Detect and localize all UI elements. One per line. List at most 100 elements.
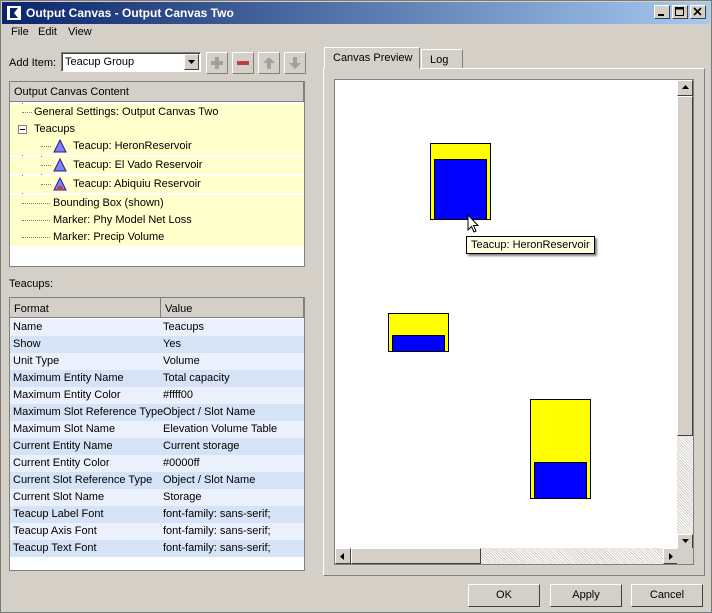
collapse-icon[interactable] xyxy=(18,125,27,134)
menu-bar: File Edit View xyxy=(2,24,710,42)
property-format-cell: Maximum Entity Name xyxy=(13,372,124,384)
properties-section-label: Teacups: xyxy=(9,278,54,290)
tree-item-teacup-abiquiu[interactable]: Teacup: Abiquiu Reservoir xyxy=(10,176,304,193)
property-value-cell[interactable]: Elevation Volume Table xyxy=(163,423,277,435)
arrow-up-icon xyxy=(263,57,275,69)
teacup-abiquiu-reservoir[interactable] xyxy=(530,399,591,499)
tree-item-label: Teacup: Abiquiu Reservoir xyxy=(73,178,201,190)
tree-item-label: Teacups xyxy=(34,123,75,135)
teacup-el-vado-reservoir[interactable] xyxy=(388,313,449,352)
arrow-down-icon xyxy=(289,57,301,69)
table-row[interactable]: Teacup Text Font font-family: sans-serif; xyxy=(10,540,304,557)
tab-canvas-preview[interactable]: Canvas Preview xyxy=(324,47,420,69)
menu-view[interactable]: View xyxy=(68,26,92,38)
property-format-cell: Current Slot Name xyxy=(13,491,105,503)
properties-table: Format Value Name Teacups Show Yes Unit Type… xyxy=(9,297,305,571)
property-value-cell[interactable]: font-family: sans-serif; xyxy=(163,508,271,520)
output-canvas-window: Output Canvas - Output Canvas Two File E… xyxy=(0,0,712,613)
tree-item-marker-precip[interactable]: Marker: Precip Volume xyxy=(10,229,304,246)
move-down-button[interactable] xyxy=(284,52,306,74)
table-row[interactable]: Show Yes xyxy=(10,336,304,353)
property-value-cell[interactable]: #0000ff xyxy=(163,457,200,469)
property-value-cell[interactable]: Yes xyxy=(163,338,181,350)
close-button[interactable] xyxy=(690,5,706,19)
add-item-value: Teacup Group xyxy=(65,56,135,68)
teacup-current-fill xyxy=(434,159,487,219)
property-value-cell[interactable]: Current storage xyxy=(163,440,239,452)
property-format-cell: Current Entity Color xyxy=(13,457,110,469)
tree-item-bounding-box[interactable]: Bounding Box (shown) xyxy=(10,195,304,212)
tree-item-label: Teacup: HeronReservoir xyxy=(73,140,192,152)
cancel-button[interactable]: Cancel xyxy=(631,584,703,607)
add-item-dropdown[interactable]: Teacup Group xyxy=(61,52,201,72)
property-value-cell[interactable]: font-family: sans-serif; xyxy=(163,542,271,554)
table-row[interactable]: Maximum Entity Name Total capacity xyxy=(10,370,304,387)
table-row[interactable]: Maximum Entity Color #ffff00 xyxy=(10,387,304,404)
app-icon xyxy=(6,5,22,21)
scroll-left-button[interactable] xyxy=(335,548,351,564)
canvas-preview[interactable]: Teacup: HeronReservoir xyxy=(334,79,694,565)
table-row[interactable]: Name Teacups xyxy=(10,319,304,336)
table-row[interactable]: Maximum Slot Name Elevation Volume Table xyxy=(10,421,304,438)
property-value-cell[interactable]: font-family: sans-serif; xyxy=(163,525,271,537)
table-row[interactable]: Current Slot Name Storage xyxy=(10,489,304,506)
minimize-button[interactable] xyxy=(654,5,670,19)
property-value-cell[interactable]: Object / Slot Name xyxy=(163,474,255,486)
tab-log[interactable]: Log xyxy=(421,49,463,69)
property-value-cell[interactable]: Teacups xyxy=(163,321,204,333)
tree-item-label: Bounding Box (shown) xyxy=(53,197,164,209)
property-value-cell[interactable]: Volume xyxy=(163,355,200,367)
scroll-up-button[interactable] xyxy=(677,80,693,96)
property-format-cell: Teacup Label Font xyxy=(13,508,104,520)
table-row[interactable]: Current Slot Reference Type Object / Slot… xyxy=(10,472,304,489)
teacup-heron-reservoir[interactable] xyxy=(430,143,491,220)
property-format-cell: Teacup Axis Font xyxy=(13,525,97,537)
remove-button[interactable] xyxy=(232,52,254,74)
table-row[interactable]: Current Entity Name Current storage xyxy=(10,438,304,455)
tree-item-teacup-el-vado[interactable]: Teacup: El Vado Reservoir xyxy=(10,157,304,174)
property-format-cell: Maximum Slot Name xyxy=(13,423,116,435)
tree-item-label: General Settings: Output Canvas Two xyxy=(34,106,219,118)
menu-edit[interactable]: Edit xyxy=(38,26,57,38)
add-button[interactable] xyxy=(206,52,228,74)
chevron-down-icon[interactable] xyxy=(184,54,199,70)
horizontal-scrollbar[interactable] xyxy=(335,548,679,564)
property-value-cell[interactable]: Storage xyxy=(163,491,202,503)
table-row[interactable]: Teacup Axis Font font-family: sans-serif; xyxy=(10,523,304,540)
tree-item-label: Marker: Precip Volume xyxy=(53,231,165,243)
horizontal-scroll-thumb[interactable] xyxy=(351,548,481,564)
vertical-scroll-thumb[interactable] xyxy=(677,96,693,436)
teacup-triangle-icon xyxy=(53,139,67,153)
teacup-current-fill xyxy=(534,462,587,498)
minus-icon xyxy=(237,61,249,65)
table-row[interactable]: Maximum Slot Reference Type Object / Slot… xyxy=(10,404,304,421)
tree-item-teacups[interactable]: Teacups xyxy=(10,121,304,138)
property-value-cell[interactable]: #ffff00 xyxy=(163,389,193,401)
vertical-scrollbar[interactable] xyxy=(677,80,693,550)
maximize-button[interactable] xyxy=(672,5,688,19)
tree-item-general-settings[interactable]: General Settings: Output Canvas Two xyxy=(10,104,304,121)
tree-header-label: Output Canvas Content xyxy=(14,86,129,98)
teacup-triangle-icon xyxy=(53,177,67,191)
table-row[interactable]: Current Entity Color #0000ff xyxy=(10,455,304,472)
column-header-format[interactable]: Format xyxy=(10,298,161,318)
title-bar: Output Canvas - Output Canvas Two xyxy=(2,2,710,24)
column-header-value[interactable]: Value xyxy=(161,298,304,318)
property-format-cell: Maximum Slot Reference Type xyxy=(13,406,164,418)
table-row[interactable]: Teacup Label Font font-family: sans-serif… xyxy=(10,506,304,523)
teacup-tooltip: Teacup: HeronReservoir xyxy=(466,236,595,254)
property-format-cell: Show xyxy=(13,338,41,350)
ok-button[interactable]: OK xyxy=(468,584,540,607)
property-value-cell[interactable]: Object / Slot Name xyxy=(163,406,255,418)
tree-item-marker-net-loss[interactable]: Marker: Phy Model Net Loss xyxy=(10,212,304,229)
mouse-cursor-icon xyxy=(467,214,480,233)
property-format-cell: Current Slot Reference Type xyxy=(13,474,153,486)
tree-item-label: Teacup: El Vado Reservoir xyxy=(73,159,203,171)
apply-button[interactable]: Apply xyxy=(550,584,622,607)
properties-header: Format Value xyxy=(10,298,304,318)
tree-item-teacup-heron[interactable]: Teacup: HeronReservoir xyxy=(10,138,304,155)
move-up-button[interactable] xyxy=(258,52,280,74)
menu-file[interactable]: File xyxy=(11,26,29,38)
table-row[interactable]: Unit Type Volume xyxy=(10,353,304,370)
property-value-cell[interactable]: Total capacity xyxy=(163,372,230,384)
